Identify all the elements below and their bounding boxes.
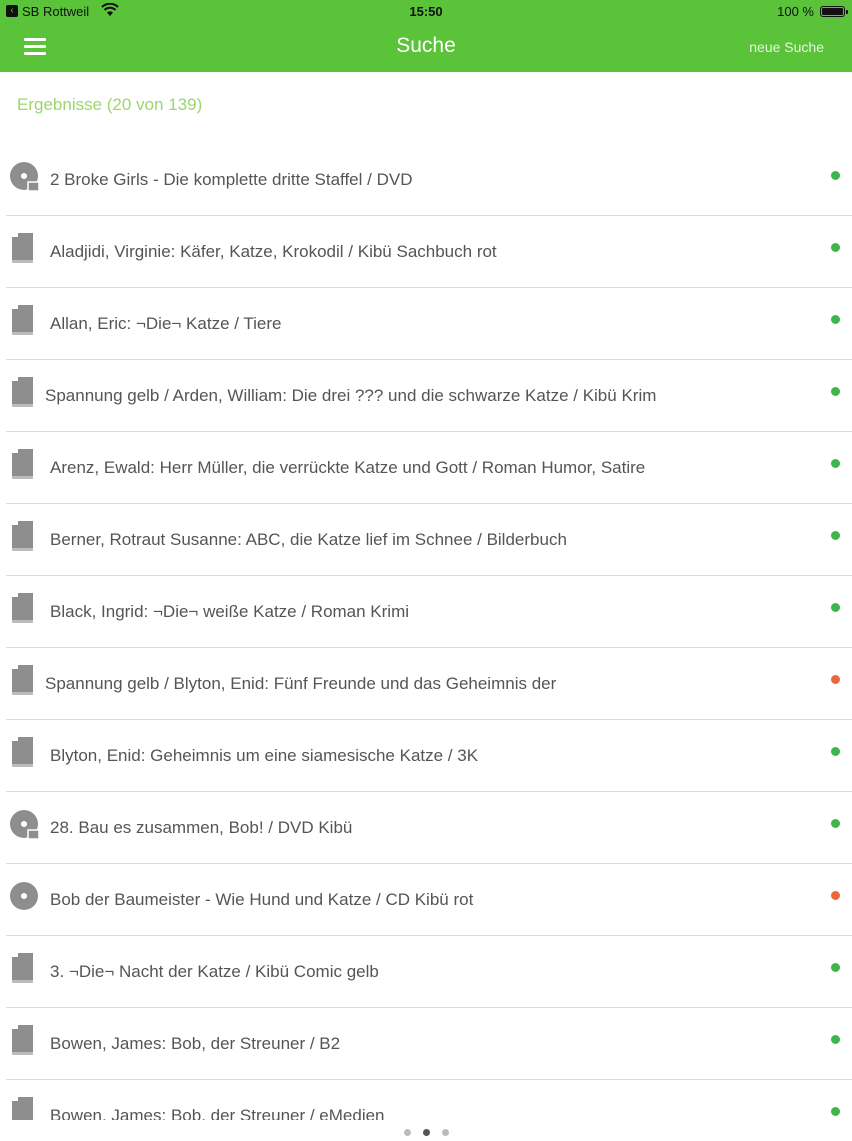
item-title: 28. Bau es zusammen, Bob! / DVD Kibü xyxy=(50,818,353,837)
availability-status-dot xyxy=(831,747,840,756)
book-icon xyxy=(9,953,39,983)
availability-status-dot xyxy=(831,531,840,540)
item-title: Allan, Eric: ¬Die¬ Katze / Tiere xyxy=(50,314,282,333)
disc-video-icon xyxy=(9,809,40,840)
list-item[interactable]: Bowen, James: Bob, der Streuner / B2 xyxy=(0,1008,852,1080)
book-icon xyxy=(9,1025,39,1055)
battery-percentage: 100 % xyxy=(777,4,814,19)
item-title: Bowen, James: Bob, der Streuner / B2 xyxy=(50,1034,341,1053)
list-item[interactable]: Aladjidi, Virginie: Käfer, Katze, Krokod… xyxy=(0,216,852,288)
item-title: Spannung gelb / Blyton, Enid: Fünf Freun… xyxy=(45,674,557,693)
book-icon xyxy=(9,1097,39,1120)
book-icon xyxy=(9,665,39,695)
new-search-button[interactable]: neue Suche xyxy=(749,39,824,55)
list-item[interactable]: Blyton, Enid: Geheimnis um eine siamesis… xyxy=(0,720,852,792)
list-item[interactable]: 28. Bau es zusammen, Bob! / DVD Kibü xyxy=(0,792,852,864)
page-title: Suche xyxy=(396,34,456,57)
book-icon xyxy=(9,305,39,335)
list-item[interactable]: Black, Ingrid: ¬Die¬ weiße Katze / Roman… xyxy=(0,576,852,648)
book-icon xyxy=(9,521,39,551)
item-title: 3. ¬Die¬ Nacht der Katze / Kibü Comic ge… xyxy=(50,962,379,981)
page-dot[interactable] xyxy=(403,1129,411,1136)
list-item[interactable]: Berner, Rotraut Susanne: ABC, die Katze … xyxy=(0,504,852,576)
availability-status-dot xyxy=(831,675,840,684)
book-icon xyxy=(9,377,39,407)
status-bar: ‹ SB Rottweil 15:50 100 % xyxy=(0,0,852,24)
availability-status-dot xyxy=(831,1035,840,1044)
book-icon xyxy=(9,593,39,623)
availability-status-dot xyxy=(831,459,840,468)
list-item[interactable]: Arenz, Ewald: Herr Müller, die verrückte… xyxy=(0,432,852,504)
list-item[interactable]: Bowen, James: Bob, der Streuner / eMedie… xyxy=(0,1080,852,1120)
clock: 15:50 xyxy=(409,4,443,19)
page-indicator[interactable] xyxy=(0,1123,852,1136)
availability-status-dot xyxy=(831,963,840,972)
navigation-bar: ‹ SB Rottweil 15:50 100 % Suche neue Suc… xyxy=(0,0,852,72)
item-title: Arenz, Ewald: Herr Müller, die verrückte… xyxy=(50,458,646,477)
disc-icon xyxy=(9,881,39,911)
results-list[interactable]: 2 Broke Girls - Die komplette dritte Sta… xyxy=(0,144,852,1120)
disc-video-icon xyxy=(9,161,40,192)
list-item[interactable]: Spannung gelb / Blyton, Enid: Fünf Freun… xyxy=(0,648,852,720)
availability-status-dot xyxy=(831,891,840,900)
book-icon xyxy=(9,737,39,767)
item-title: Bob der Baumeister - Wie Hund und Katze … xyxy=(50,890,474,909)
availability-status-dot xyxy=(831,603,840,612)
list-item[interactable]: 3. ¬Die¬ Nacht der Katze / Kibü Comic ge… xyxy=(0,936,852,1008)
item-title: Spannung gelb / Arden, William: Die drei… xyxy=(45,386,657,405)
list-item[interactable]: 2 Broke Girls - Die komplette dritte Sta… xyxy=(0,144,852,216)
availability-status-dot xyxy=(831,243,840,252)
item-title: Blyton, Enid: Geheimnis um eine siamesis… xyxy=(50,746,479,765)
page-dot[interactable] xyxy=(441,1129,449,1136)
availability-status-dot xyxy=(831,1107,840,1116)
availability-status-dot xyxy=(831,387,840,396)
book-icon xyxy=(9,233,39,263)
list-item[interactable]: Allan, Eric: ¬Die¬ Katze / Tiere xyxy=(0,288,852,360)
availability-status-dot xyxy=(831,315,840,324)
availability-status-dot xyxy=(831,819,840,828)
page-dot[interactable] xyxy=(422,1129,430,1136)
battery-icon xyxy=(820,6,848,17)
book-icon xyxy=(9,449,39,479)
item-title: Berner, Rotraut Susanne: ABC, die Katze … xyxy=(50,530,567,549)
results-count: Ergebnisse (20 von 139) xyxy=(17,95,203,114)
list-item[interactable]: Spannung gelb / Arden, William: Die drei… xyxy=(0,360,852,432)
list-item[interactable]: Bob der Baumeister - Wie Hund und Katze … xyxy=(0,864,852,936)
item-title: Black, Ingrid: ¬Die¬ weiße Katze / Roman… xyxy=(50,602,410,621)
item-title: Aladjidi, Virginie: Käfer, Katze, Krokod… xyxy=(50,242,497,261)
item-title: Bowen, James: Bob, der Streuner / eMedie… xyxy=(50,1106,385,1120)
item-title: 2 Broke Girls - Die komplette dritte Sta… xyxy=(50,170,413,189)
availability-status-dot xyxy=(831,171,840,180)
